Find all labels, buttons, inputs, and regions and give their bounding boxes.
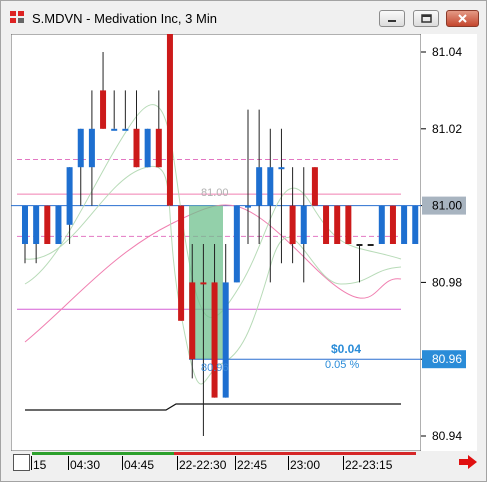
ghost-price-label: 81.00 [201,187,229,199]
price-bar [155,128,162,168]
time-tick-mark [235,456,236,470]
current-price-badge-label: 81.00 [432,199,462,213]
entry-price-label: 80.96 [201,362,229,374]
price-bar [311,167,318,206]
price-bar [44,205,51,244]
time-tick-mark [288,456,289,470]
price-tick-label: 80.98 [432,275,462,289]
price-bar [55,205,62,244]
price-bar [133,128,140,168]
scroll-right-arrow-icon[interactable] [457,453,479,471]
price-bar [267,167,274,206]
price-bar [356,244,363,246]
minimize-button[interactable] [379,10,405,27]
price-bar [389,205,396,244]
price-chart[interactable]: 81.04 81.02 81.00 80.98 80.96 80.94 81.00 80.96… [11,34,477,451]
time-tick-mark [343,456,344,470]
price-bar [401,205,408,244]
time-tick-label: 22:45 [237,458,268,472]
session-color-strip [32,452,416,455]
price-bar [122,128,129,131]
close-button[interactable] [446,10,479,27]
price-bar [378,205,385,244]
price-bar [100,90,107,129]
pnl-percent-label: 0.05 % [325,359,359,371]
time-tick-label: 23:00 [290,458,321,472]
corner-toggle-box[interactable] [13,454,30,471]
price-bar [412,205,419,244]
price-bar [278,167,285,170]
price-bar [22,205,28,244]
minimize-icon [388,20,396,22]
price-bar [200,282,207,285]
restore-icon [421,14,432,23]
price-bar [88,128,95,168]
price-bar [77,128,84,168]
title-bar[interactable]: S.MDVN - Medivation Inc, 3 Min [1,1,486,32]
time-tick-mark [122,456,123,470]
price-bar [367,244,374,246]
chart-window: S.MDVN - Medivation Inc, 3 Min 81.04 81.0… [0,0,487,482]
price-bar [289,205,296,244]
time-tick-label: 22-22:30 [179,458,227,472]
price-bar [111,128,118,131]
price-bar [256,167,263,206]
window-title: S.MDVN - Medivation Inc, 3 Min [32,11,217,26]
pnl-label: $0.04 [331,342,361,356]
time-tick-mark [68,456,69,470]
price-bar [300,205,307,244]
time-tick-label: 15 [33,458,47,472]
restore-button[interactable] [413,10,439,27]
price-bar [233,205,240,283]
time-tick-label: 04:45 [124,458,155,472]
time-tick-mark [31,456,32,470]
price-bar [144,128,151,168]
price-bar [211,282,218,398]
price-tick-label: 81.04 [432,45,462,59]
position-price-badge-label: 80.96 [432,352,462,366]
price-bar [245,205,251,208]
price-bar [178,205,185,321]
price-tick-label: 81.02 [432,122,462,136]
close-icon [458,14,467,23]
price-bar [189,282,196,360]
price-bar [222,282,229,398]
app-icon [10,11,24,23]
price-tick-label: 80.94 [432,429,462,443]
time-tick-label: 04:30 [70,458,101,472]
price-axis-panel [421,34,477,451]
price-bar [33,205,40,244]
price-bar [66,167,73,225]
price-bar [334,205,341,244]
price-bar [323,205,330,244]
time-tick-mark [177,456,178,470]
time-tick-label: 22-23:15 [345,458,393,472]
price-bar [345,205,352,244]
price-bar [166,34,173,206]
